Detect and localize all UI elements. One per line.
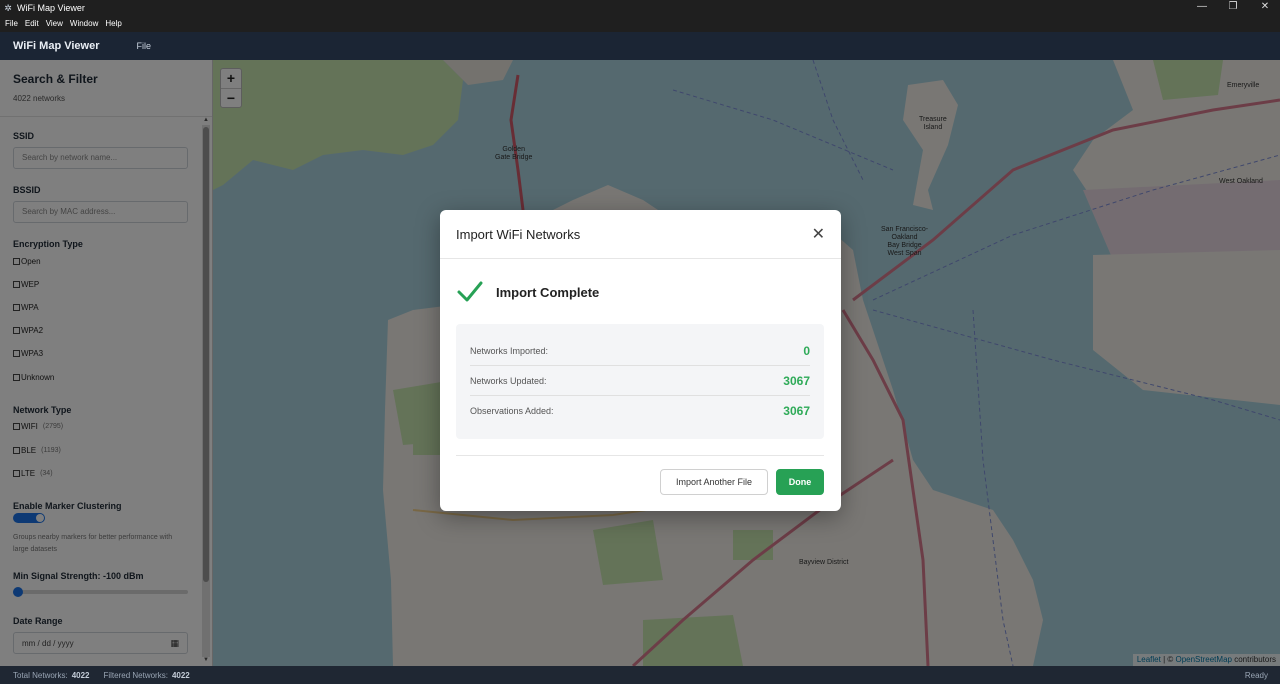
- import-another-file-button[interactable]: Import Another File: [660, 469, 768, 495]
- done-button[interactable]: Done: [776, 469, 824, 495]
- menu-bar: File Edit View Window Help: [0, 15, 1280, 32]
- import-stats: Networks Imported: 0 Networks Updated: 3…: [456, 324, 824, 439]
- close-icon[interactable]: ✕: [812, 224, 825, 244]
- total-networks-value: 4022: [71, 670, 90, 680]
- stat-row: Networks Imported: 0: [470, 336, 810, 366]
- total-networks-label: Total Networks:: [13, 670, 68, 680]
- filtered-networks-value: 4022: [171, 670, 190, 680]
- dialog-header: Import WiFi Networks ✕: [440, 210, 841, 259]
- dialog-title: Import WiFi Networks: [456, 226, 581, 242]
- menu-window[interactable]: Window: [70, 19, 98, 28]
- maximize-icon[interactable]: ❐: [1218, 0, 1248, 15]
- dialog-divider: [456, 455, 824, 456]
- app-gear-icon: ✲: [4, 2, 12, 13]
- stat-row: Observations Added: 3067: [470, 396, 810, 426]
- stat-row: Networks Updated: 3067: [470, 366, 810, 396]
- app-file-menu[interactable]: File: [137, 41, 152, 51]
- window-titlebar: ✲ WiFi Map Viewer — ❐ ✕: [0, 0, 1280, 15]
- minimize-icon[interactable]: —: [1187, 0, 1217, 15]
- stat-value: 3067: [783, 373, 810, 388]
- import-status: Import Complete: [456, 280, 599, 304]
- stat-value: 3067: [783, 404, 810, 418]
- filtered-networks-label: Filtered Networks:: [103, 670, 168, 680]
- stat-label: Observations Added:: [470, 406, 554, 416]
- menu-help[interactable]: Help: [105, 19, 121, 28]
- ready-status: Ready: [1244, 670, 1268, 680]
- close-window-icon[interactable]: ✕: [1250, 0, 1280, 15]
- status-bar: Total Networks: 4022 Filtered Networks: …: [0, 666, 1280, 684]
- menu-edit[interactable]: Edit: [25, 19, 39, 28]
- stat-value: 0: [803, 343, 810, 358]
- menu-file[interactable]: File: [5, 19, 18, 28]
- app-brand: WiFi Map Viewer: [13, 40, 100, 52]
- import-status-title: Import Complete: [496, 284, 600, 300]
- app-header: WiFi Map Viewer File: [0, 32, 1280, 60]
- checkmark-icon: [457, 281, 483, 302]
- stat-label: Networks Updated:: [470, 375, 547, 386]
- import-dialog: Import WiFi Networks ✕ Import Complete N…: [440, 210, 841, 511]
- window-title: WiFi Map Viewer: [17, 2, 85, 13]
- stat-label: Networks Imported:: [470, 345, 549, 356]
- menu-view[interactable]: View: [46, 19, 63, 28]
